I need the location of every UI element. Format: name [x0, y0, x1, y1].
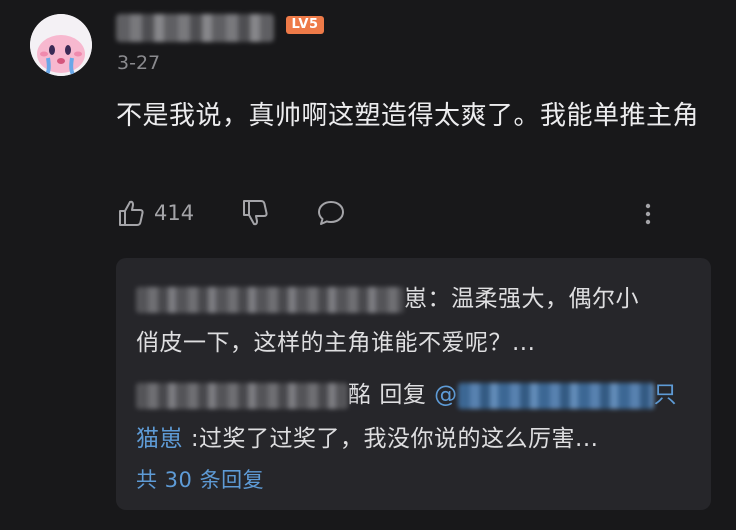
comment-text: 不是我说，真帅啊这塑造得太爽了。我能单推主角 — [116, 101, 700, 131]
comment-item: LV5 3-27 不是我说，真帅啊这塑造得太爽了。我能单推主角 414 崽：温柔… — [0, 0, 736, 530]
reply-2-reply-word: 回复 — [379, 382, 427, 408]
more-options-button[interactable] — [638, 198, 658, 228]
reply-1-text-line-1: ：温柔强大，偶尔小 — [427, 286, 639, 312]
reply-2-line-1: 酩 回复 @ 只 — [136, 380, 677, 410]
reply-1-author-blurred[interactable] — [136, 286, 404, 313]
reply-2-author-tail: 酩 — [348, 382, 372, 408]
reply-2-line-2: 猫崽 :过奖了过奖了，我没你说的这么厉害... — [136, 424, 599, 454]
replies-preview[interactable]: 崽：温柔强大，偶尔小 俏皮一下，这样的主角谁能不爱呢？... 酩 回复 @ 只 猫… — [116, 258, 711, 510]
comment-actions: 414 — [116, 198, 676, 234]
view-more-replies-link[interactable]: 共 30 条回复 — [136, 464, 264, 494]
level-badge: LV5 — [286, 16, 324, 34]
username-blurred[interactable] — [116, 14, 274, 42]
reply-2-text: :过奖了过奖了，我没你说的这么厉害... — [190, 426, 599, 452]
more-vertical-icon — [645, 203, 651, 225]
reply-2-target-name-end[interactable]: 猫崽 — [136, 426, 183, 452]
thumbs-up-icon — [119, 200, 144, 226]
dislike-button[interactable] — [240, 198, 270, 228]
thumbs-down-icon — [243, 200, 268, 226]
reply-button[interactable] — [316, 198, 346, 228]
reply-1-author-tail: 崽 — [404, 286, 428, 312]
like-count: 414 — [154, 201, 195, 225]
reply-1-line-1: 崽：温柔强大，偶尔小 — [136, 284, 639, 314]
reply-2-target-tail[interactable]: 只 — [654, 382, 678, 408]
comment-bubble-icon — [318, 201, 344, 225]
avatar-image — [30, 14, 92, 76]
reply-2-author-blurred[interactable] — [136, 382, 348, 409]
avatar[interactable] — [30, 14, 92, 76]
reply-2-at-sign[interactable]: @ — [434, 382, 458, 408]
like-button[interactable]: 414 — [116, 198, 194, 228]
comment-date: 3-27 — [117, 52, 161, 74]
reply-1-line-2: 俏皮一下，这样的主角谁能不爱呢？... — [136, 330, 536, 356]
reply-2-target-blurred[interactable] — [457, 382, 654, 409]
